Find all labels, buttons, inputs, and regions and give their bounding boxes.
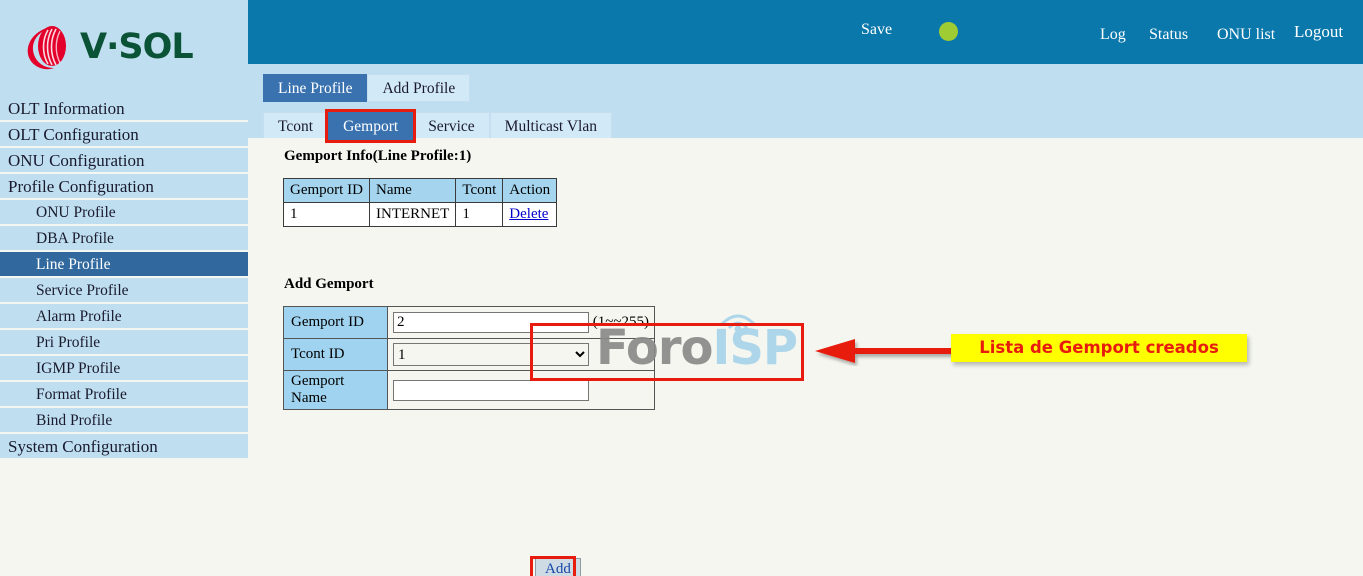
brand-logo-area: V·SOL bbox=[0, 0, 248, 96]
tab-tcont[interactable]: Tcont bbox=[263, 112, 329, 140]
column-header-gemport-id: Gemport ID bbox=[283, 178, 370, 203]
table-row: 1 INTERNET 1 Delete bbox=[283, 202, 558, 227]
sidebar-item-onu-profile[interactable]: ONU Profile bbox=[0, 200, 248, 226]
annotation-label: Lista de Gemport creados bbox=[951, 334, 1247, 362]
header-link-log[interactable]: Log bbox=[1100, 26, 1126, 44]
sidebar-item-onu-configuration[interactable]: ONU Configuration bbox=[0, 148, 248, 174]
gemport-id-input[interactable] bbox=[393, 312, 589, 333]
sidebar-item-pri-profile[interactable]: Pri Profile bbox=[0, 330, 248, 356]
sidebar-item-profile-configuration[interactable]: Profile Configuration bbox=[0, 174, 248, 200]
column-header-tcont: Tcont bbox=[455, 178, 504, 203]
cell-gemport-id: 1 bbox=[283, 202, 370, 227]
top-header-bar: Save Log Status ONU list Logout bbox=[248, 0, 1363, 64]
table-header-row: Gemport ID Name Tcont Action bbox=[283, 178, 558, 203]
sidebar-item-olt-information[interactable]: OLT Information bbox=[0, 96, 248, 122]
gemport-info-table: Gemport ID Name Tcont Action 1 INTERNET … bbox=[283, 178, 558, 227]
tcont-id-select[interactable]: 1 bbox=[393, 343, 589, 366]
tab-line-profile[interactable]: Line Profile bbox=[263, 74, 368, 102]
sidebar-menu: OLT Information OLT Configuration ONU Conf… bbox=[0, 96, 248, 460]
secondary-tabs: Tcont Gemport Service Multicast Vlan bbox=[263, 109, 612, 143]
sidebar-item-system-configuration[interactable]: System Configuration bbox=[0, 434, 248, 460]
sidebar: V·SOL OLT Information OLT Configuration ON… bbox=[0, 0, 248, 576]
label-gemport-id: Gemport ID bbox=[283, 306, 388, 339]
label-tcont-id: Tcont ID bbox=[283, 338, 388, 371]
primary-tabs: Line Profile Add Profile bbox=[263, 74, 471, 102]
column-header-action: Action bbox=[502, 178, 558, 203]
sidebar-item-alarm-profile[interactable]: Alarm Profile bbox=[0, 304, 248, 330]
header-link-status[interactable]: Status bbox=[1149, 26, 1188, 44]
form-row-gemport-name: Gemport Name bbox=[283, 370, 655, 410]
vsol-flame-logo-icon bbox=[22, 20, 76, 74]
tab-service[interactable]: Service bbox=[413, 112, 490, 140]
status-indicator-circle-icon bbox=[939, 22, 958, 41]
column-header-name: Name bbox=[368, 178, 457, 203]
save-button[interactable]: Save bbox=[861, 21, 892, 39]
olt-management-page: V·SOL OLT Information OLT Configuration ON… bbox=[0, 0, 1363, 576]
tab-multicast-vlan[interactable]: Multicast Vlan bbox=[489, 112, 612, 140]
add-gemport-form: Gemport ID (1~~255) Tcont ID 1 Gempor bbox=[283, 306, 655, 410]
gemport-info-title: Gemport Info(Line Profile:1) bbox=[284, 148, 472, 164]
tab-add-profile[interactable]: Add Profile bbox=[367, 74, 471, 102]
brand-name: V·SOL bbox=[80, 26, 194, 67]
delete-link[interactable]: Delete bbox=[509, 206, 548, 222]
sidebar-item-dba-profile[interactable]: DBA Profile bbox=[0, 226, 248, 252]
gemport-name-input[interactable] bbox=[393, 379, 589, 401]
header-link-onu-list[interactable]: ONU list bbox=[1217, 26, 1275, 44]
form-row-gemport-id: Gemport ID (1~~255) bbox=[283, 306, 655, 339]
watermark-part-isp: ISP bbox=[712, 320, 798, 376]
header-link-logout[interactable]: Logout bbox=[1294, 22, 1343, 42]
cell-name: INTERNET bbox=[368, 202, 457, 227]
cell-tcont: 1 bbox=[455, 202, 504, 227]
sidebar-item-bind-profile[interactable]: Bind Profile bbox=[0, 408, 248, 434]
annotation-arrow-icon bbox=[815, 339, 958, 363]
sidebar-item-service-profile[interactable]: Service Profile bbox=[0, 278, 248, 304]
sidebar-item-format-profile[interactable]: Format Profile bbox=[0, 382, 248, 408]
brand-logo: V·SOL bbox=[22, 20, 194, 74]
sidebar-item-line-profile[interactable]: Line Profile bbox=[0, 252, 248, 278]
sidebar-item-olt-configuration[interactable]: OLT Configuration bbox=[0, 122, 248, 148]
add-button[interactable]: Add bbox=[535, 558, 581, 576]
form-row-tcont-id: Tcont ID 1 bbox=[283, 338, 655, 371]
sidebar-item-igmp-profile[interactable]: IGMP Profile bbox=[0, 356, 248, 382]
gemport-id-hint: (1~~255) bbox=[592, 314, 649, 330]
content-area: Line Profile Add Profile Tcont Gemport Serv… bbox=[248, 64, 1363, 576]
tab-gemport[interactable]: Gemport bbox=[325, 109, 417, 143]
label-gemport-name: Gemport Name bbox=[283, 370, 388, 410]
gemport-panel: Gemport Info(Line Profile:1) ForoISP Gem… bbox=[248, 138, 1363, 576]
add-gemport-title: Add Gemport bbox=[284, 276, 374, 292]
